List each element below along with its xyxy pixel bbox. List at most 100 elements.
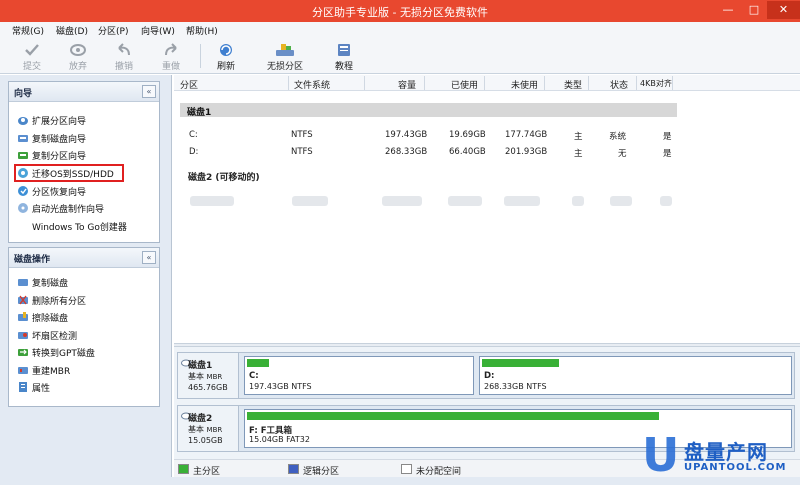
tutorial-label: 教程 bbox=[334, 62, 353, 72]
column-used[interactable]: 已使用 bbox=[451, 78, 478, 91]
sidebar: 向导 « 扩展分区向导 复制磁盘向导 复制分区向导 迁移OS到SSD/HDD 分… bbox=[0, 75, 172, 477]
menu-disk[interactable]: 磁盘(D) bbox=[56, 24, 88, 37]
bad-sector-icon bbox=[18, 332, 28, 339]
disk-ops-panel-header: 磁盘操作 « bbox=[9, 248, 159, 268]
disk-op-label: 复制磁盘 bbox=[32, 279, 69, 289]
disk-operations-panel: 磁盘操作 « 复制磁盘 删除所有分区 擦除磁盘 坏扇区检测 转换到GPT磁盘 重… bbox=[8, 247, 160, 407]
properties-icon bbox=[19, 382, 27, 392]
partition-d-block[interactable]: D: 268.33GB NTFS bbox=[479, 356, 792, 395]
cell-partition: C: bbox=[189, 130, 198, 140]
disk2-basic: 基本 bbox=[188, 425, 204, 434]
cell-used: 19.69GB bbox=[449, 130, 486, 140]
main-panel: 分区 文件系统 容量 已使用 未使用 类型 状态 4KB对齐 磁盘1 C: NT… bbox=[174, 75, 800, 477]
book-icon bbox=[338, 44, 350, 56]
disk2-size: 15.05GB bbox=[188, 436, 223, 445]
disk-op-label: 擦除磁盘 bbox=[32, 314, 69, 324]
column-type[interactable]: 类型 bbox=[564, 78, 582, 91]
discard-icon bbox=[70, 44, 86, 56]
partition-c-block[interactable]: C: 197.43GB NTFS bbox=[244, 356, 474, 395]
column-4kb-align[interactable]: 4KB对齐 bbox=[640, 78, 672, 89]
partition-d-name: D: bbox=[484, 371, 495, 381]
column-separator bbox=[484, 76, 485, 90]
disk1-basic: 基本 bbox=[188, 372, 204, 381]
blurred-cell bbox=[448, 196, 482, 206]
cell-type: 主 bbox=[574, 149, 583, 159]
wipe-disk-icon bbox=[18, 312, 28, 321]
migrate-os-highlight bbox=[14, 164, 124, 182]
window-title: 分区助手专业版 - 无损分区免费软件 bbox=[312, 6, 488, 19]
partition-recovery-icon bbox=[18, 186, 28, 196]
partition-c-info: 197.43GB NTFS bbox=[249, 382, 312, 391]
refresh-label: 刷新 bbox=[216, 62, 235, 72]
cell-unused: 177.74GB bbox=[505, 130, 548, 140]
wizard-item-label: 复制分区向导 bbox=[32, 152, 87, 162]
disk1-size: 465.76GB bbox=[188, 383, 228, 392]
disk-ops-collapse-button[interactable]: « bbox=[142, 251, 156, 264]
column-separator bbox=[544, 76, 545, 90]
column-capacity[interactable]: 容量 bbox=[398, 78, 416, 91]
cell-filesystem: NTFS bbox=[291, 147, 313, 157]
primary-swatch bbox=[178, 464, 189, 474]
cell-capacity: 197.43GB bbox=[385, 130, 428, 140]
blurred-cell bbox=[660, 196, 672, 206]
blurred-cell bbox=[572, 196, 584, 206]
minimize-button[interactable]: — bbox=[715, 1, 741, 19]
cell-4kb-align: 是 bbox=[663, 149, 672, 159]
lossless-partition-button[interactable]: 无损分区 bbox=[257, 40, 313, 72]
partition-icon bbox=[276, 44, 294, 56]
toolbar: 提交 放弃 撤销 重做 刷新 无损分区 教程 bbox=[0, 38, 800, 74]
disk1-band[interactable]: 磁盘1 bbox=[180, 103, 677, 118]
disk2-label-row[interactable]: 磁盘2 (可移动的) bbox=[188, 170, 260, 183]
undo-icon bbox=[118, 43, 130, 56]
menu-help[interactable]: 帮助(H) bbox=[186, 24, 218, 37]
column-separator bbox=[672, 76, 673, 90]
blurred-cell bbox=[292, 196, 328, 206]
delete-icon bbox=[18, 295, 28, 305]
lossless-partition-label: 无损分区 bbox=[266, 62, 303, 72]
blurred-cell bbox=[504, 196, 540, 206]
disk1-band-label: 磁盘1 bbox=[187, 108, 212, 118]
tutorial-button[interactable]: 教程 bbox=[316, 40, 372, 72]
disk1-mbr: MBR bbox=[206, 373, 223, 381]
menu-bar: 常规(G) 磁盘(D) 分区(P) 向导(W) 帮助(H) bbox=[0, 22, 800, 38]
disk2-band-label: 磁盘2 (可移动的) bbox=[188, 173, 260, 183]
unallocated-swatch bbox=[401, 464, 412, 474]
disk1-type: 基本 MBR bbox=[188, 371, 222, 382]
disk2-name: 磁盘2 bbox=[188, 414, 213, 424]
column-separator bbox=[288, 76, 289, 90]
close-button[interactable]: ✕ bbox=[767, 1, 800, 19]
partition-f-usage-bar bbox=[247, 412, 659, 420]
redo-button[interactable]: 重做 bbox=[143, 40, 199, 72]
refresh-icon bbox=[220, 44, 232, 56]
column-partition[interactable]: 分区 bbox=[180, 78, 198, 91]
logical-swatch bbox=[288, 464, 299, 474]
refresh-button[interactable]: 刷新 bbox=[198, 40, 254, 72]
partition-list-header: 分区 文件系统 容量 已使用 未使用 类型 状态 4KB对齐 bbox=[174, 75, 800, 91]
bootable-media-icon bbox=[18, 203, 28, 213]
menu-partition[interactable]: 分区(P) bbox=[98, 24, 128, 37]
menu-wizard[interactable]: 向导(W) bbox=[141, 24, 175, 37]
blurred-cell bbox=[190, 196, 234, 206]
disk1-map-row[interactable]: 磁盘1 基本 MBR 465.76GB C: 197.43GB NTFS D: … bbox=[177, 352, 795, 399]
wizard-item-label: 扩展分区向导 bbox=[32, 117, 87, 127]
column-separator bbox=[364, 76, 365, 90]
cell-unused: 201.93GB bbox=[505, 147, 548, 157]
column-filesystem[interactable]: 文件系统 bbox=[294, 78, 330, 91]
wizard-collapse-button[interactable]: « bbox=[142, 85, 156, 98]
column-unused[interactable]: 未使用 bbox=[511, 78, 538, 91]
legend-logical-label: 逻辑分区 bbox=[303, 467, 340, 477]
column-status[interactable]: 状态 bbox=[610, 78, 628, 91]
partition-c-name: C: bbox=[249, 371, 259, 381]
copy-disk-icon bbox=[18, 135, 28, 142]
legend-primary-label: 主分区 bbox=[193, 467, 221, 477]
rebuild-mbr-icon bbox=[18, 367, 28, 374]
wizard-item-label: 分区恢复向导 bbox=[32, 188, 87, 198]
blurred-cell bbox=[610, 196, 632, 206]
column-separator bbox=[424, 76, 425, 90]
maximize-button[interactable]: □ bbox=[741, 1, 767, 19]
menu-general[interactable]: 常规(G) bbox=[12, 24, 44, 37]
disk-op-label: 转换到GPT磁盘 bbox=[32, 349, 95, 359]
wizard-item-label: 启动光盘制作向导 bbox=[32, 205, 105, 215]
legend-unallocated-label: 未分配空间 bbox=[416, 467, 462, 477]
disk-op-label: 坏扇区检测 bbox=[32, 332, 78, 342]
